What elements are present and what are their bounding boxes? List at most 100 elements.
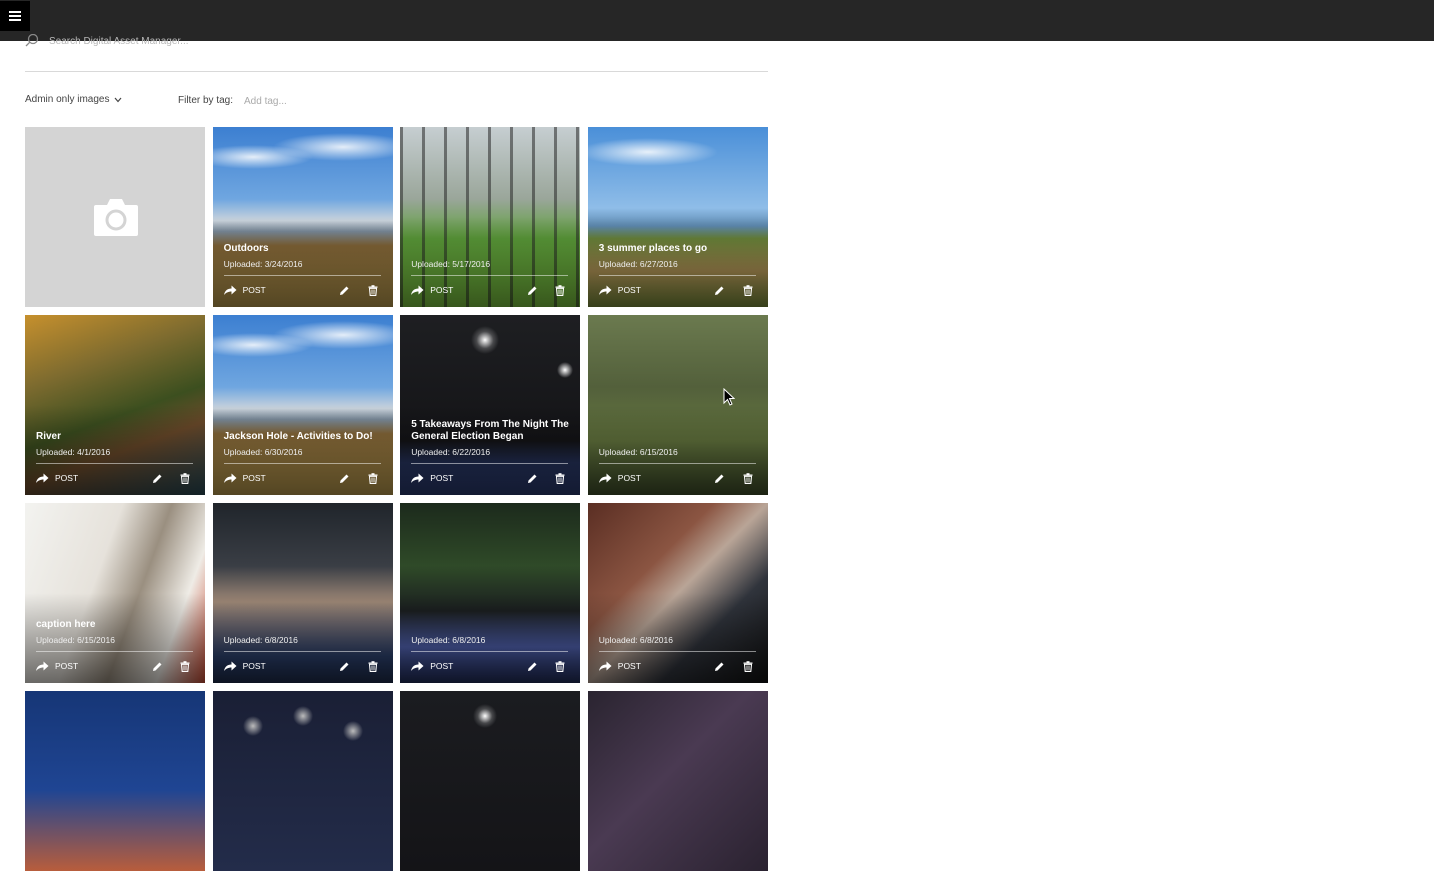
edit-button[interactable] (712, 659, 728, 673)
post-label: POST (430, 285, 454, 295)
post-button[interactable]: POST (35, 473, 78, 484)
post-label: POST (242, 285, 266, 295)
post-label: POST (617, 661, 641, 671)
asset-tile[interactable] (25, 127, 205, 307)
upload-date: Uploaded: 6/27/2016 (598, 259, 678, 269)
post-label: POST (617, 285, 641, 295)
delete-button[interactable] (740, 471, 756, 485)
divider (598, 651, 756, 652)
share-icon (411, 661, 424, 671)
post-button[interactable]: POST (223, 661, 266, 672)
search-bar (25, 34, 768, 72)
asset-tile[interactable]: caption here Uploaded: 6/15/2016 POST (25, 503, 205, 683)
trash-icon (743, 284, 753, 296)
post-button[interactable]: POST (35, 661, 78, 672)
asset-tile[interactable]: Uploaded: 6/8/2016 POST (587, 503, 768, 683)
edit-button[interactable] (524, 471, 540, 485)
asset-caption: caption here (36, 619, 96, 630)
post-button[interactable]: POST (223, 285, 266, 296)
asset-tile[interactable]: Uploaded: 6/8/2016 POST (212, 503, 393, 683)
asset-caption: Outdoors (223, 243, 269, 254)
asset-tile[interactable]: Outdoors Uploaded: 3/24/2016 POST (212, 127, 393, 307)
edit-button[interactable] (337, 659, 353, 673)
filter-tag-label: Filter by tag: (178, 95, 234, 106)
search-input[interactable] (49, 34, 649, 48)
pencil-icon (527, 473, 538, 484)
asset-tile[interactable]: Uploaded: 5/17/2016 POST (400, 127, 581, 307)
share-icon (36, 473, 49, 483)
edit-button[interactable] (524, 659, 540, 673)
post-button[interactable]: POST (410, 285, 453, 296)
chevron-down-icon (115, 97, 122, 102)
delete-button[interactable] (177, 471, 193, 485)
edit-button[interactable] (712, 283, 728, 297)
upload-date: Uploaded: 6/22/2016 (411, 447, 491, 457)
delete-button[interactable] (552, 283, 568, 297)
post-button[interactable]: POST (223, 473, 266, 484)
post-label: POST (55, 473, 79, 483)
asset-thumbnail (212, 691, 393, 871)
asset-tile[interactable]: Uploaded: 6/15/2016 POST (587, 315, 768, 495)
share-icon (223, 473, 237, 483)
share-icon (411, 285, 424, 295)
share-icon (223, 285, 237, 295)
asset-tile[interactable]: Uploaded: 6/8/2016 POST (400, 503, 581, 683)
trash-icon (180, 472, 190, 484)
asset-tile[interactable]: River Uploaded: 4/1/2016 POST (25, 315, 205, 495)
asset-caption: Jackson Hole - Activities to Do! (223, 431, 373, 442)
delete-button[interactable] (552, 659, 568, 673)
asset-tile[interactable] (212, 691, 393, 871)
upload-date: Uploaded: 4/1/2016 (36, 447, 111, 457)
post-button[interactable]: POST (598, 285, 641, 296)
pencil-icon (527, 661, 538, 672)
edit-button[interactable] (149, 471, 165, 485)
trash-icon (555, 660, 565, 672)
mouse-cursor-icon (723, 388, 735, 406)
delete-button[interactable] (177, 659, 193, 673)
post-button[interactable]: POST (410, 661, 453, 672)
tile-actions: POST (223, 659, 381, 673)
pencil-icon (339, 285, 350, 296)
tile-actions: POST (598, 659, 756, 673)
asset-tile[interactable]: Jackson Hole - Activities to Do! Uploaded… (212, 315, 393, 495)
divider (223, 651, 381, 652)
post-button[interactable]: POST (598, 473, 641, 484)
delete-button[interactable] (552, 471, 568, 485)
pencil-icon (714, 285, 725, 296)
delete-button[interactable] (365, 659, 381, 673)
asset-tile[interactable]: 5 Takeaways From The Night The General E… (400, 315, 581, 495)
asset-tile[interactable]: 3 summer places to go Uploaded: 6/27/2016… (587, 127, 768, 307)
tag-input[interactable] (244, 94, 394, 108)
share-icon (36, 661, 49, 671)
post-label: POST (430, 661, 454, 671)
divider (223, 275, 381, 276)
asset-tile[interactable] (587, 691, 768, 871)
share-icon (598, 473, 612, 483)
upload-date: Uploaded: 6/15/2016 (598, 447, 678, 457)
edit-button[interactable] (337, 471, 353, 485)
post-button[interactable]: POST (598, 661, 641, 672)
delete-button[interactable] (740, 659, 756, 673)
menu-button[interactable] (0, 1, 30, 31)
filter-bar: Admin only images Filter by tag: (25, 94, 768, 110)
trash-icon (555, 284, 565, 296)
edit-button[interactable] (337, 283, 353, 297)
asset-tile[interactable] (25, 691, 205, 871)
asset-caption: River (36, 431, 62, 442)
share-icon (598, 285, 612, 295)
edit-button[interactable] (524, 283, 540, 297)
post-label: POST (430, 473, 454, 483)
delete-button[interactable] (740, 283, 756, 297)
upload-date: Uploaded: 6/8/2016 (411, 635, 486, 645)
post-button[interactable]: POST (410, 473, 453, 484)
asset-grid: Outdoors Uploaded: 3/24/2016 POST Uploaded:… (25, 127, 768, 871)
admin-only-dropdown[interactable]: Admin only images (25, 94, 122, 105)
delete-button[interactable] (365, 471, 381, 485)
delete-button[interactable] (365, 283, 381, 297)
tile-actions: POST (598, 283, 756, 297)
edit-button[interactable] (712, 471, 728, 485)
edit-button[interactable] (149, 659, 165, 673)
pencil-icon (339, 473, 350, 484)
asset-tile[interactable] (400, 691, 581, 871)
upload-date: Uploaded: 6/8/2016 (223, 635, 298, 645)
